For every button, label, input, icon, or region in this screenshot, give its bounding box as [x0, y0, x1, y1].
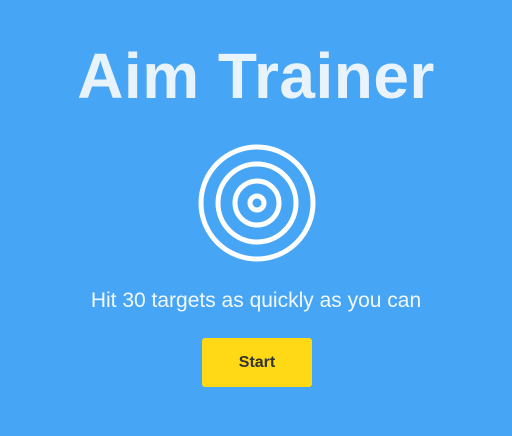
- target-bullseye: [247, 193, 267, 213]
- instructions-text: Hit 30 targets as quickly as you can: [90, 289, 422, 312]
- game-title: Aim Trainer: [77, 40, 435, 112]
- target-icon: [198, 144, 316, 262]
- target-ring-inner: [232, 178, 282, 228]
- aim-trainer-start-screen: Aim Trainer Hit 30 targets as quickly as…: [0, 0, 512, 436]
- target-ring-middle: [215, 161, 299, 245]
- start-button[interactable]: Start: [202, 338, 312, 387]
